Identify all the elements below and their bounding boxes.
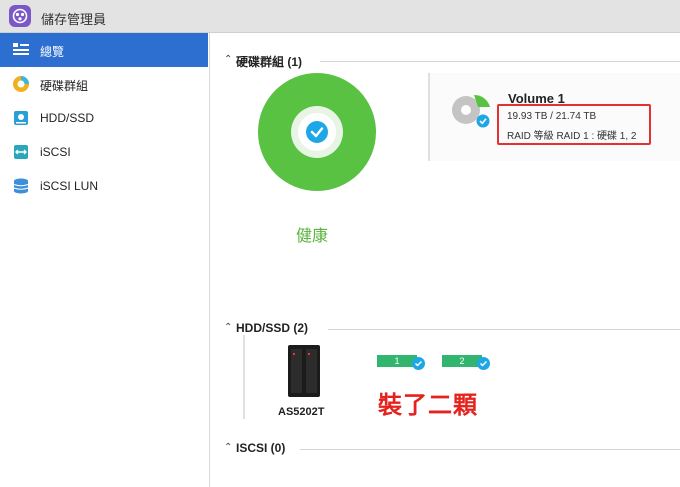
sidebar-item-label: HDD/SSD (40, 111, 95, 125)
volume-disk-icon (450, 91, 494, 134)
sidebar-item-label: iSCSI LUN (40, 179, 99, 193)
check-icon (306, 121, 328, 143)
sidebar-item-disk-group[interactable]: 硬碟群組 (0, 67, 208, 101)
title-bar: 儲存管理員 (0, 0, 680, 33)
health-inner-ring (291, 106, 343, 158)
sidebar-item-iscsi[interactable]: iSCSI (0, 135, 208, 169)
nas-device-icon (288, 345, 320, 397)
collapse-chevron-icon[interactable]: ⌃ (224, 54, 232, 65)
hdd-section-title[interactable]: HDD/SSD (2) (236, 321, 308, 335)
sidebar-item-label: 硬碟群組 (40, 79, 89, 93)
disk-bay-2[interactable]: 2 (442, 355, 482, 367)
health-status-chart (258, 73, 376, 191)
iscsi-lun-icon (12, 177, 30, 195)
overview-icon (12, 41, 30, 59)
health-status-label: 健康 (296, 228, 329, 245)
storage-manager-icon (9, 5, 31, 27)
collapse-chevron-icon[interactable]: ⌃ (224, 322, 232, 333)
iscsi-icon (12, 143, 30, 161)
main-content: ⌃ 硬碟群組 (1) 健康 Volume 1 19.93 TB / 21.74 … (210, 33, 680, 487)
iscsi-section-title[interactable]: ISCSI (0) (236, 441, 285, 455)
volume-info-highlight: 19.93 TB / 21.74 TB RAID 等級 RAID 1 : 硬碟 … (497, 104, 651, 145)
section-divider (328, 329, 680, 330)
volume-capacity: 19.93 TB / 21.74 TB (507, 111, 597, 122)
sidebar-item-iscsi-lun[interactable]: iSCSI LUN (0, 169, 208, 203)
sidebar-item-label: iSCSI (40, 145, 71, 159)
disk-bay-1[interactable]: 1 (377, 355, 417, 367)
volume-card[interactable]: Volume 1 19.93 TB / 21.74 TB RAID 等級 RAI… (428, 73, 680, 161)
section-divider (300, 449, 680, 450)
volume-raid-info: RAID 等級 RAID 1 : 硬碟 1, 2 (507, 131, 637, 142)
hdd-icon (12, 109, 30, 127)
sidebar-item-overview[interactable]: 總覽 (0, 33, 208, 67)
window-title: 儲存管理員 (41, 12, 107, 27)
check-icon (477, 357, 490, 370)
sidebar-item-hdd-ssd[interactable]: HDD/SSD (0, 101, 208, 135)
sidebar-item-label: 總覽 (40, 45, 65, 59)
collapse-chevron-icon[interactable]: ⌃ (224, 442, 232, 453)
disk-group-section-title[interactable]: 硬碟群組 (1) (236, 53, 302, 70)
sidebar: 總覽 硬碟群組 HDD/SSD iSCSI iSCSI LUN (0, 33, 210, 487)
health-core (298, 113, 336, 151)
section-divider (320, 61, 680, 62)
device-model: AS5202T (278, 406, 325, 418)
annotation-text: 裝了二顆 (378, 392, 478, 419)
disk-group-icon (12, 75, 30, 93)
check-icon (412, 357, 425, 370)
